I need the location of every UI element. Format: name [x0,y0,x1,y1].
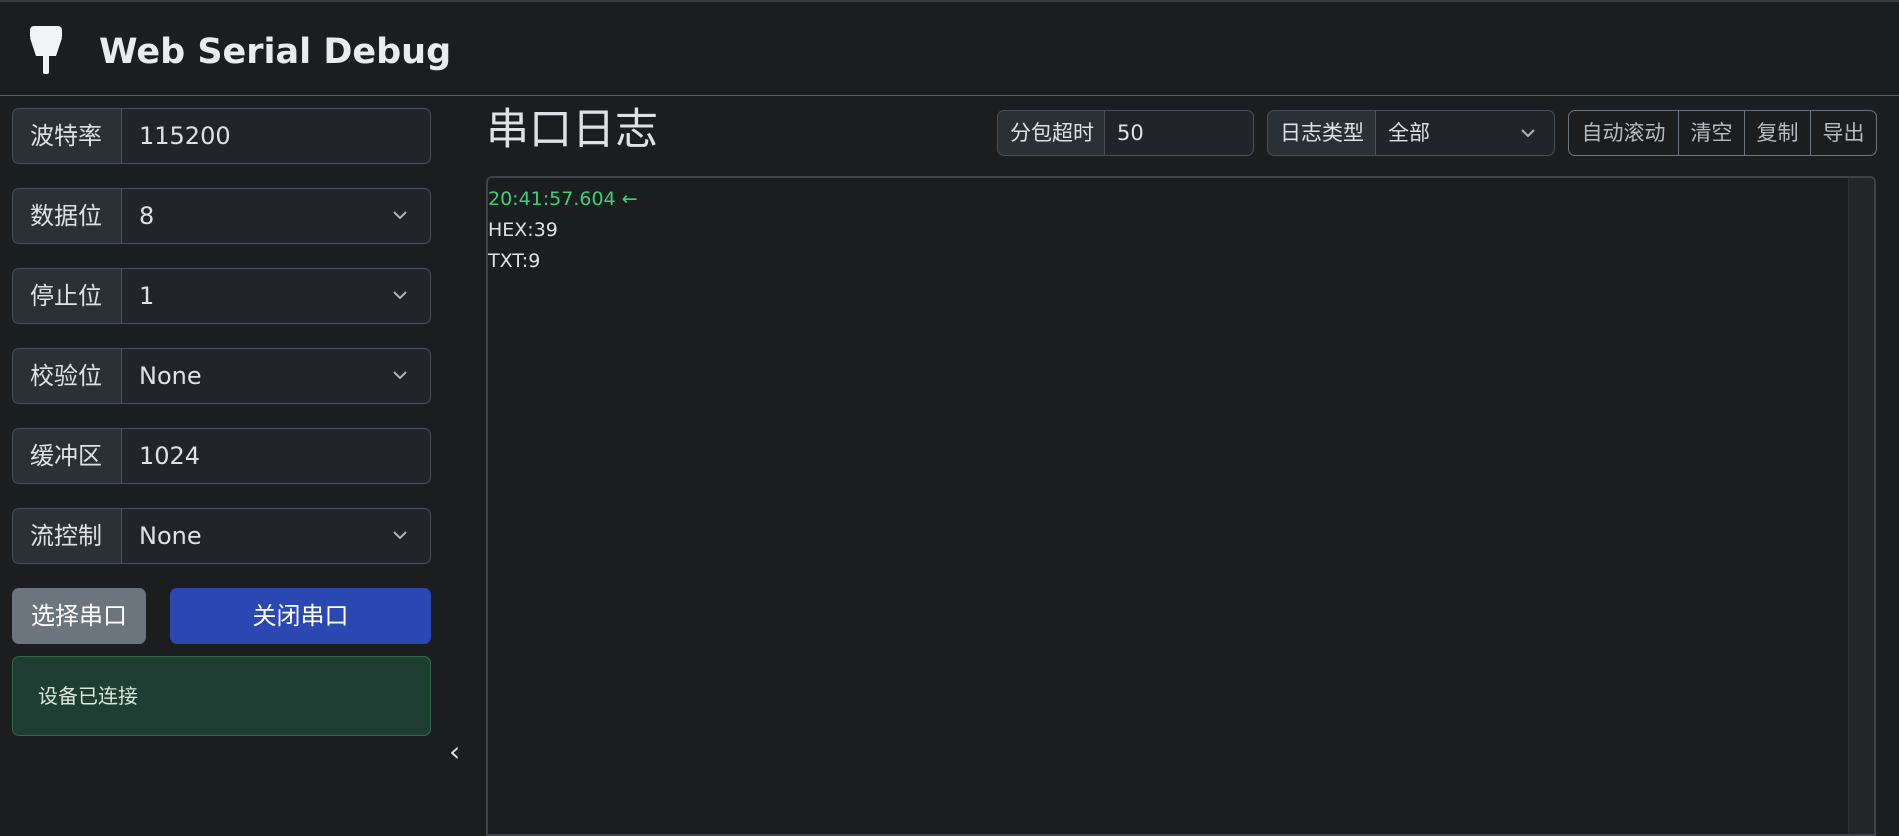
log-title: 串口日志 [486,105,658,155]
chevron-down-icon [393,531,407,540]
buffer-input[interactable]: 1024 [122,428,431,484]
baud-rate-value: 115200 [139,122,231,150]
log-entry: 20:41:57.604 ← HEX:39 TXT:9 [488,184,638,277]
packet-timeout-input[interactable]: 50 [1105,110,1254,156]
log-output[interactable]: 20:41:57.604 ← HEX:39 TXT:9 [486,176,1876,836]
parity-select[interactable]: None [122,348,431,404]
parity-label: 校验位 [12,348,122,404]
log-type-label: 日志类型 [1267,110,1376,156]
chevron-down-icon [393,371,407,380]
chevron-down-icon [393,211,407,220]
buffer-label: 缓冲区 [12,428,122,484]
packet-timeout-label: 分包超时 [997,110,1105,156]
flow-control-group: 流控制 None [12,508,431,564]
log-hex: HEX:39 [488,219,558,241]
close-port-button[interactable]: 关闭串口 [170,588,431,644]
export-button[interactable]: 导出 [1810,111,1876,155]
parity-group: 校验位 None [12,348,431,404]
baud-rate-label: 波特率 [12,108,122,164]
stop-bits-select[interactable]: 1 [122,268,431,324]
chevron-down-icon [393,291,407,300]
log-scrollbar[interactable] [1848,178,1874,834]
parity-value: None [139,362,202,390]
clear-button[interactable]: 清空 [1678,111,1744,155]
stop-bits-value: 1 [139,282,155,310]
select-port-button[interactable]: 选择串口 [12,588,146,644]
stop-bits-label: 停止位 [12,268,122,324]
app-title: Web Serial Debug [99,32,452,72]
baud-rate-group: 波特率 115200 [12,108,431,164]
usb-plug-icon [30,26,62,74]
data-bits-select[interactable]: 8 [122,188,431,244]
app-header: Web Serial Debug [0,0,1899,96]
chevron-down-icon [1521,129,1535,138]
log-txt: TXT:9 [488,250,541,272]
connection-status-alert: 设备已连接 [12,656,431,736]
flow-control-select[interactable]: None [122,508,431,564]
packet-timeout-value: 50 [1117,121,1144,145]
flow-control-label: 流控制 [12,508,122,564]
data-bits-group: 数据位 8 [12,188,431,244]
flow-control-value: None [139,522,202,550]
collapse-panel-icon[interactable]: ‹ [449,736,460,768]
baud-rate-input[interactable]: 115200 [122,108,431,164]
buffer-group: 缓冲区 1024 [12,428,431,484]
buffer-value: 1024 [139,442,201,470]
data-bits-label: 数据位 [12,188,122,244]
log-timestamp: 20:41:57.604 ← [488,188,638,210]
packet-timeout-group: 分包超时 50 [997,110,1254,156]
log-type-group: 日志类型 全部 [1267,110,1555,156]
log-type-select[interactable]: 全部 [1376,110,1555,156]
copy-button[interactable]: 复制 [1744,111,1810,155]
log-type-value: 全部 [1388,121,1430,145]
stop-bits-group: 停止位 1 [12,268,431,324]
data-bits-value: 8 [139,202,155,230]
log-actions-group: 自动滚动 清空 复制 导出 [1568,110,1877,156]
autoscroll-button[interactable]: 自动滚动 [1569,111,1678,155]
